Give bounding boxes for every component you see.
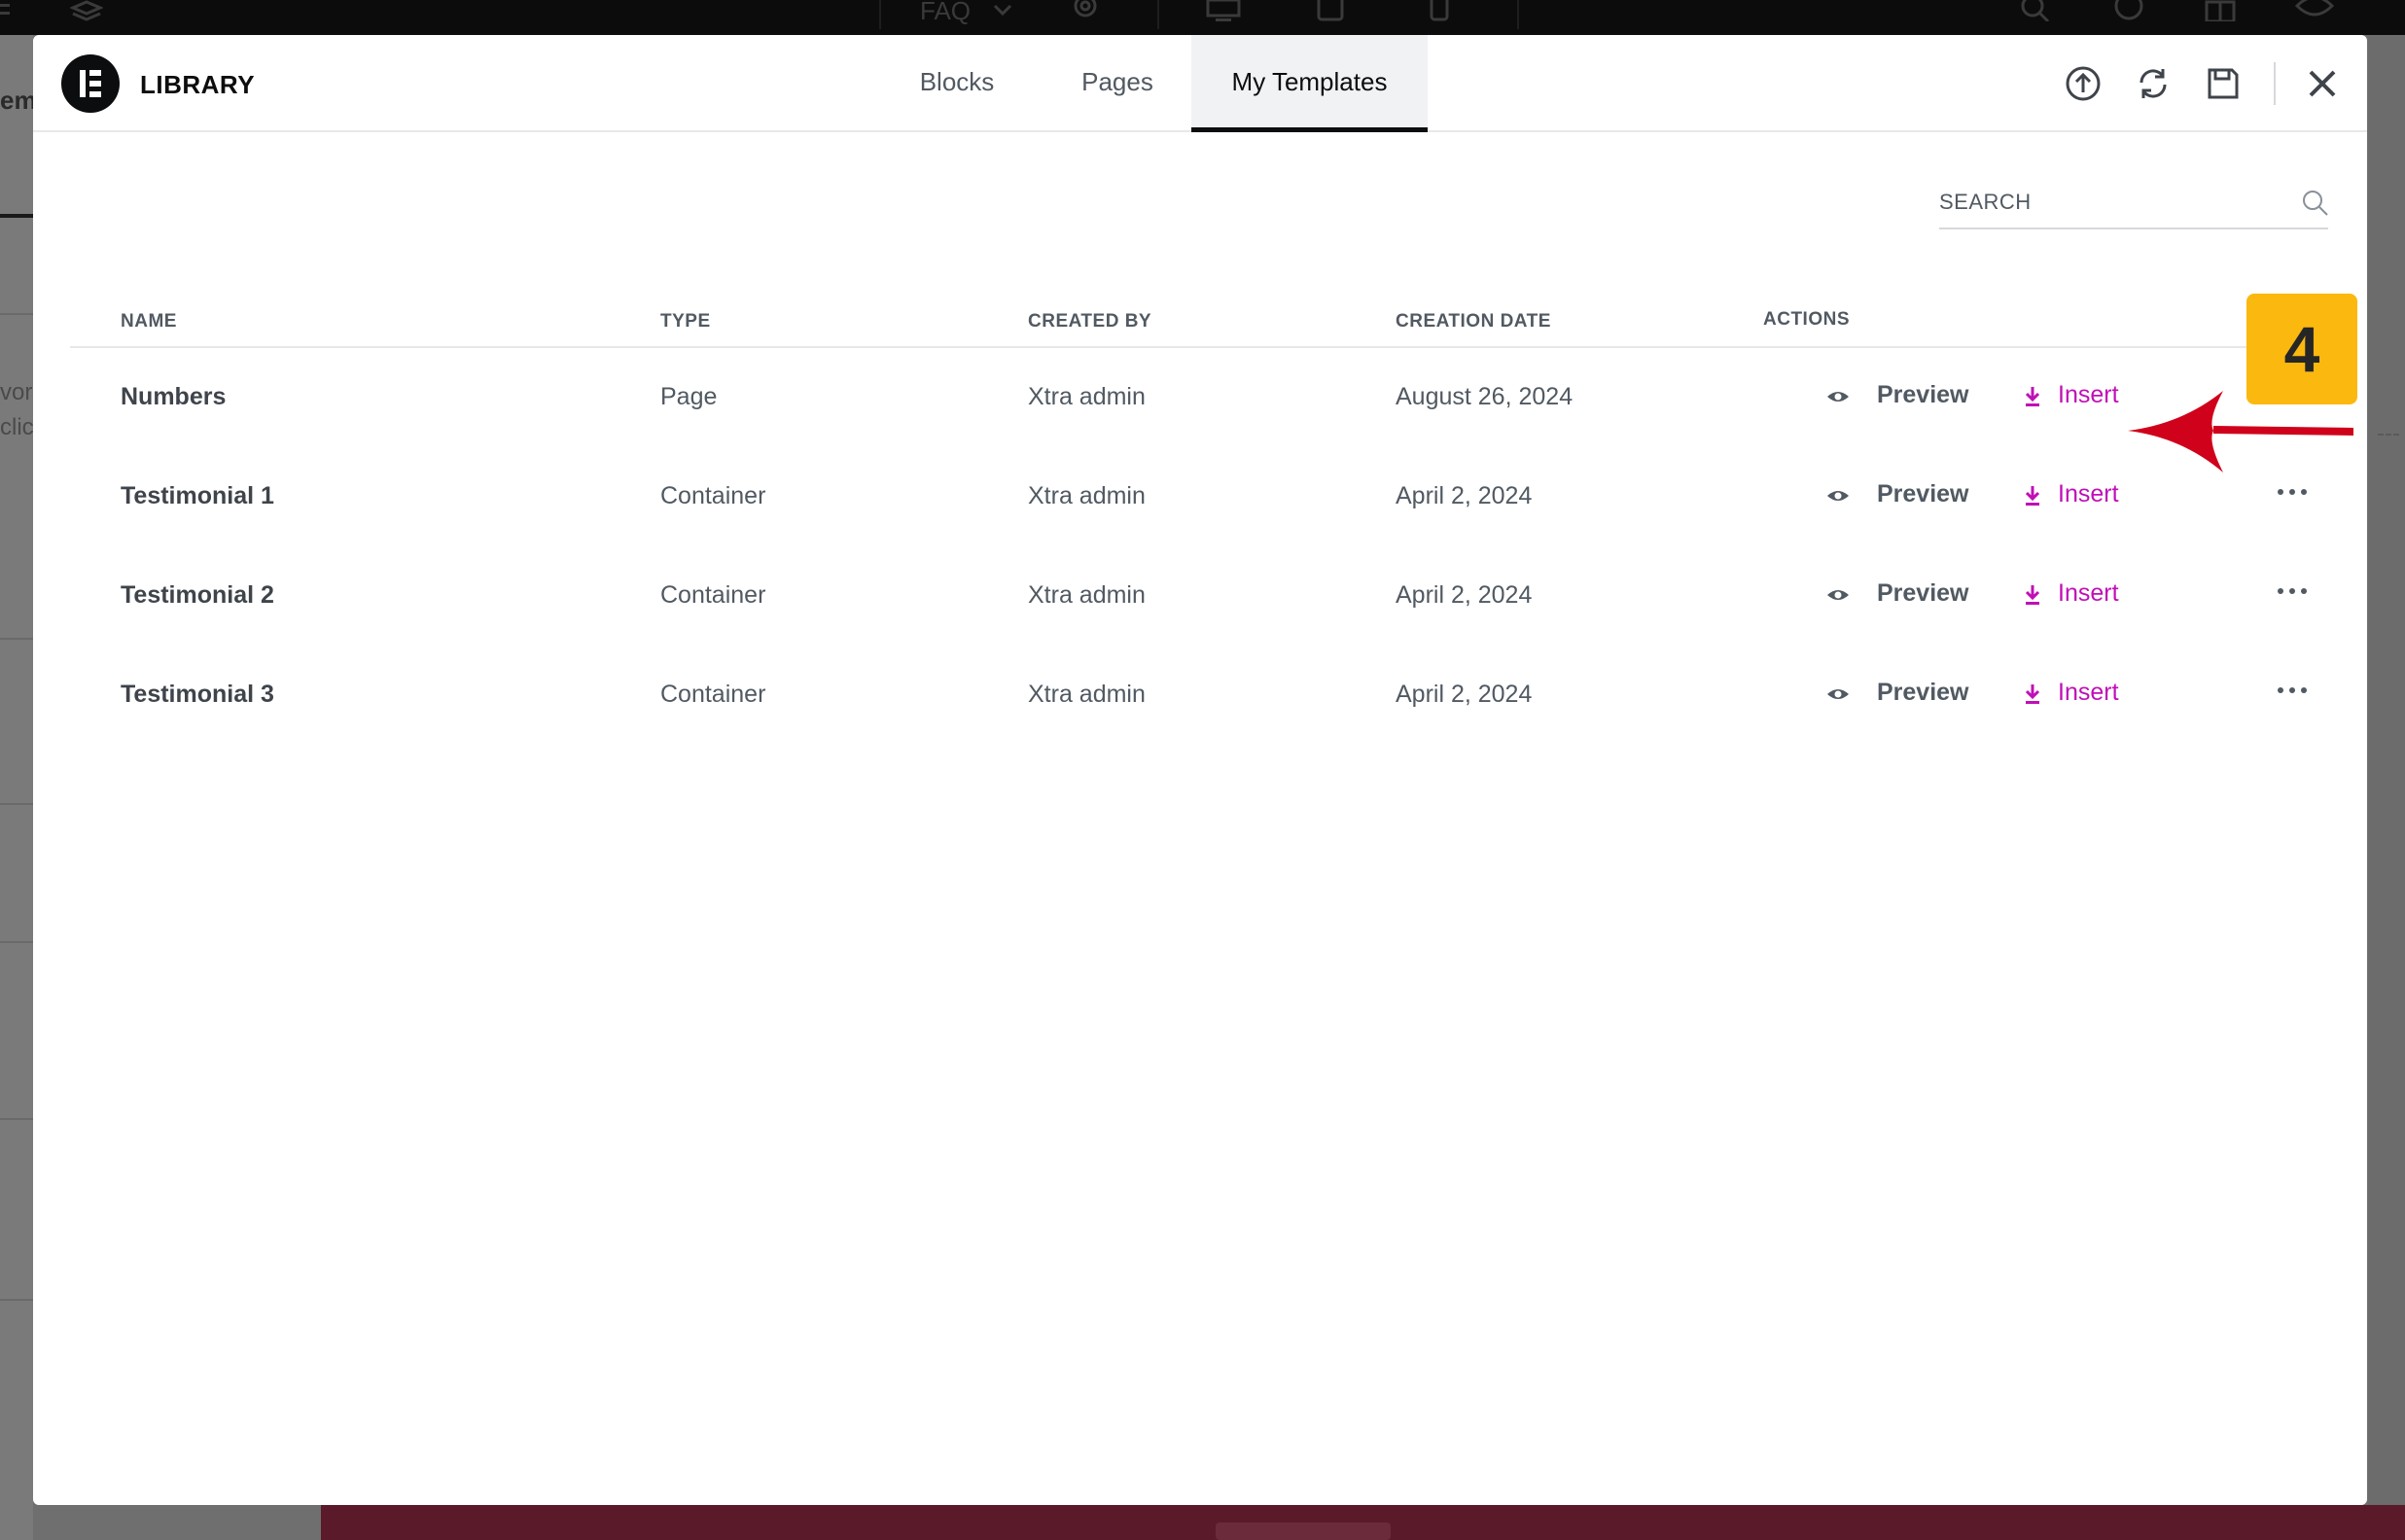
- help-icon: [2112, 0, 2145, 21]
- tablet-icon: [1317, 0, 1344, 21]
- template-author: Xtra admin: [1028, 482, 1146, 509]
- insert-label: Insert: [2058, 579, 2119, 607]
- gear-icon: [1070, 0, 1101, 21]
- upload-icon[interactable]: [2064, 64, 2103, 103]
- template-name: Testimonial 1: [121, 482, 274, 509]
- download-icon: [2025, 585, 2040, 605]
- template-author: Xtra admin: [1028, 681, 1146, 708]
- column-header-actions: ACTIONS: [1763, 309, 1850, 330]
- template-date: August 26, 2024: [1396, 383, 1574, 410]
- tab-blocks[interactable]: Blocks: [889, 35, 1025, 132]
- table-row: Testimonial 1 Container Xtra admin April…: [70, 447, 2357, 544]
- preview-label: Preview: [1877, 480, 1969, 508]
- more-options-icon[interactable]: [2276, 679, 2309, 708]
- background-bottom-bar: [321, 1505, 2405, 1540]
- download-icon: [2025, 387, 2040, 406]
- library-title: LIBRARY: [140, 70, 256, 99]
- template-name: Testimonial 3: [121, 681, 274, 708]
- insert-label: Insert: [2058, 381, 2119, 408]
- column-header-created-by: CREATED BY: [1028, 311, 1152, 332]
- elementor-logo-icon: [61, 54, 120, 113]
- table-row: Testimonial 2 Container Xtra admin April…: [70, 546, 2357, 644]
- column-header-type: TYPE: [660, 311, 711, 332]
- more-options-icon[interactable]: [2276, 480, 2309, 509]
- background-right-panel: [2368, 35, 2405, 1505]
- column-header-creation-date: CREATION DATE: [1396, 311, 1551, 332]
- library-modal: LIBRARY Blocks Pages My Templates NAME T…: [33, 35, 2367, 1505]
- tab-pages[interactable]: Pages: [1054, 35, 1181, 132]
- background-text: em: [0, 86, 37, 115]
- template-type: Container: [660, 581, 766, 609]
- header-divider: [2274, 62, 2276, 105]
- sync-icon[interactable]: [2134, 64, 2173, 103]
- table-row: Testimonial 3 Container Xtra admin April…: [70, 646, 2357, 743]
- preview-label: Preview: [1877, 381, 1969, 408]
- column-header-name: NAME: [121, 311, 177, 332]
- table-row: Numbers Page Xtra admin August 26, 2024 …: [70, 348, 2357, 445]
- mobile-icon: [1430, 0, 1449, 21]
- template-date: April 2, 2024: [1396, 482, 1533, 509]
- template-type: Container: [660, 681, 766, 708]
- table-header: NAME TYPE CREATED BY CREATION DATE ACTIO…: [70, 298, 2357, 348]
- template-type: Page: [660, 383, 718, 410]
- red-arrow-icon: [2124, 385, 2357, 483]
- insert-label: Insert: [2058, 480, 2119, 508]
- template-author: Xtra admin: [1028, 581, 1146, 609]
- desktop-icon: [1206, 0, 1241, 21]
- eye-icon: [1827, 689, 1849, 699]
- template-date: April 2, 2024: [1396, 681, 1533, 708]
- chevron-down-icon: [992, 0, 1013, 21]
- template-date: April 2, 2024: [1396, 581, 1533, 609]
- background-text: vor: [0, 379, 33, 405]
- template-type: Container: [660, 482, 766, 509]
- search-field: [1939, 179, 2328, 229]
- eye-icon: [1827, 590, 1849, 600]
- template-author: Xtra admin: [1028, 383, 1146, 410]
- download-icon: [2025, 486, 2040, 506]
- template-name: Testimonial 2: [121, 581, 274, 609]
- template-name: Numbers: [121, 383, 227, 410]
- close-icon[interactable]: [2303, 64, 2342, 103]
- background-left-panel: em vor clic: [0, 35, 37, 1540]
- preview-label: Preview: [1877, 679, 1969, 706]
- modal-header: LIBRARY Blocks Pages My Templates: [33, 35, 2367, 132]
- preview-label: Preview: [1877, 579, 1969, 607]
- gift-icon: [2204, 0, 2237, 23]
- layers-icon: [69, 0, 104, 21]
- search-input[interactable]: [1939, 179, 2270, 226]
- insert-label: Insert: [2058, 679, 2119, 706]
- eye-icon: [1827, 491, 1849, 501]
- eye-icon: [1827, 392, 1849, 402]
- search-icon: [2019, 0, 2052, 23]
- save-icon[interactable]: [2204, 64, 2243, 103]
- menu-icon: [0, 0, 16, 21]
- search-icon[interactable]: [2301, 189, 2328, 216]
- download-icon: [2025, 684, 2040, 704]
- eye-icon: [2294, 0, 2335, 21]
- tab-my-templates[interactable]: My Templates: [1191, 35, 1428, 132]
- page-selector: FAQ: [920, 0, 972, 25]
- more-options-icon[interactable]: [2276, 579, 2309, 609]
- background-topbar: FAQ: [0, 0, 2405, 35]
- background-text: clic: [0, 414, 34, 440]
